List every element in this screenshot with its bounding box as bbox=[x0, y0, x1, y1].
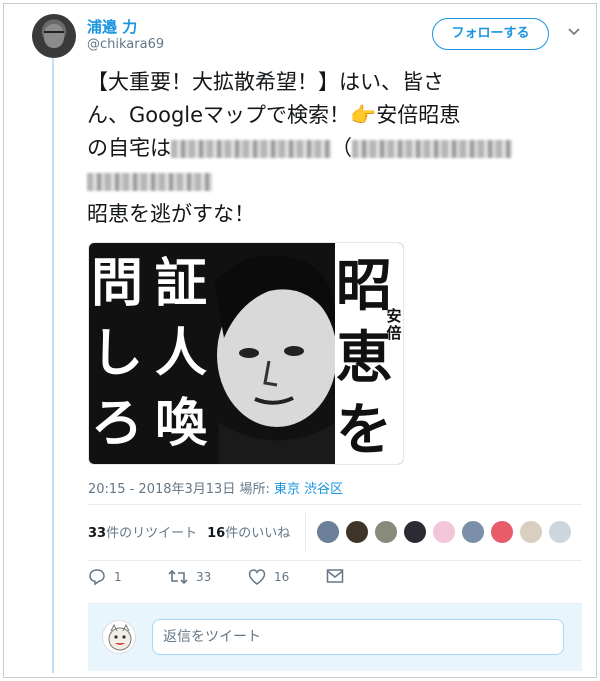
retweets-label: 件のリツイート bbox=[106, 526, 198, 541]
tweet-line-3b: （ bbox=[331, 136, 352, 160]
likes-count: 16 bbox=[207, 526, 226, 541]
media-char-mid-1: 証 bbox=[155, 254, 207, 314]
media-char-left-1: 問 bbox=[91, 254, 143, 314]
media-char-left-3: ろ bbox=[91, 394, 143, 454]
tweet-line-5: 昭恵を逃がすな！ bbox=[87, 202, 255, 226]
liker-avatar[interactable] bbox=[519, 520, 543, 544]
avatar[interactable] bbox=[32, 14, 76, 58]
timestamp[interactable]: 20:15 - 2018年3月13日 場所: bbox=[88, 482, 274, 497]
tweet-metadata: 20:15 - 2018年3月13日 場所: 東京 渋谷区 bbox=[88, 478, 343, 497]
liker-avatar[interactable] bbox=[374, 520, 398, 544]
like-count: 16 bbox=[274, 570, 290, 584]
dm-action[interactable] bbox=[326, 568, 352, 584]
tweet-media-image[interactable]: 問 し ろ 証 人 喚 昭 恵 を 安 倍 bbox=[88, 242, 404, 465]
current-user-avatar bbox=[102, 620, 136, 654]
media-char-right-2: 恵 bbox=[336, 326, 392, 391]
media-char-right-3: を bbox=[336, 398, 392, 463]
media-char-mid-3: 喚 bbox=[155, 394, 208, 454]
user-handle[interactable]: @chikara69 bbox=[87, 37, 164, 52]
reply-count: 1 bbox=[114, 570, 122, 584]
reply-action[interactable]: 1 bbox=[88, 568, 122, 586]
liker-avatar[interactable] bbox=[403, 520, 427, 544]
media-char-small-2: 倍 bbox=[386, 324, 401, 342]
liker-avatar[interactable] bbox=[432, 520, 456, 544]
media-char-left-2: し bbox=[91, 324, 143, 384]
tweet-line-2b: 安倍昭恵 bbox=[376, 103, 461, 127]
chevron-down-icon[interactable] bbox=[567, 25, 581, 39]
redacted-address bbox=[171, 140, 331, 158]
pointing-hand-icon: 👉 bbox=[350, 103, 377, 127]
heart-icon bbox=[248, 569, 266, 585]
like-action[interactable]: 16 bbox=[248, 568, 289, 586]
divider bbox=[88, 504, 582, 505]
liker-avatar[interactable] bbox=[316, 520, 340, 544]
reply-icon bbox=[89, 569, 105, 586]
avatar-glasses bbox=[44, 31, 64, 36]
envelope-icon bbox=[326, 569, 344, 583]
likes-label: 件のいいね bbox=[225, 526, 291, 541]
divider bbox=[88, 560, 582, 561]
redacted-address-3 bbox=[87, 173, 212, 191]
location-link[interactable]: 東京 渋谷区 bbox=[274, 482, 343, 497]
retweet-count: 33 bbox=[196, 570, 212, 584]
user-name[interactable]: 浦邉 力 bbox=[87, 16, 137, 37]
liker-avatar[interactable] bbox=[345, 520, 369, 544]
retweet-stat[interactable]: 33件のリツイート bbox=[88, 526, 197, 541]
liker-avatar[interactable] bbox=[490, 520, 514, 544]
avatar-face bbox=[44, 24, 64, 48]
tweet-card: 浦邉 力 @chikara69 フォローする 【大重要！大拡散希望！】はい、皆さ… bbox=[3, 3, 597, 678]
retweets-count: 33 bbox=[88, 526, 107, 541]
stats-separator bbox=[305, 513, 306, 551]
tweet-stats: 33件のリツイート 16件のいいね bbox=[88, 522, 290, 541]
reply-input[interactable]: 返信をツイート bbox=[152, 619, 564, 655]
tweet-text: 【大重要！大拡散希望！】はい、皆さ ん、Googleマップで検索！👉安倍昭恵 の… bbox=[87, 66, 557, 231]
media-char-mid-2: 人 bbox=[155, 324, 207, 384]
liker-avatar-default[interactable] bbox=[548, 520, 572, 544]
retweet-action[interactable]: 33 bbox=[168, 568, 211, 586]
media-char-small-1: 安 bbox=[386, 307, 401, 325]
retweet-icon bbox=[168, 569, 188, 585]
media-char-right-1: 昭 bbox=[336, 254, 392, 319]
follow-button[interactable]: フォローする bbox=[432, 18, 549, 50]
tweet-line-1: 【大重要！大拡散希望！】はい、皆さ bbox=[87, 70, 444, 94]
reply-composer: 返信をツイート bbox=[88, 603, 582, 671]
likes-stat[interactable]: 16件のいいね bbox=[207, 526, 290, 541]
tweet-line-3a: の自宅は bbox=[87, 136, 171, 160]
redacted-address-2 bbox=[352, 140, 512, 158]
thread-line bbox=[52, 58, 54, 673]
tweet-line-2a: ん、Googleマップで検索！ bbox=[87, 103, 351, 127]
liker-avatar[interactable] bbox=[461, 520, 485, 544]
